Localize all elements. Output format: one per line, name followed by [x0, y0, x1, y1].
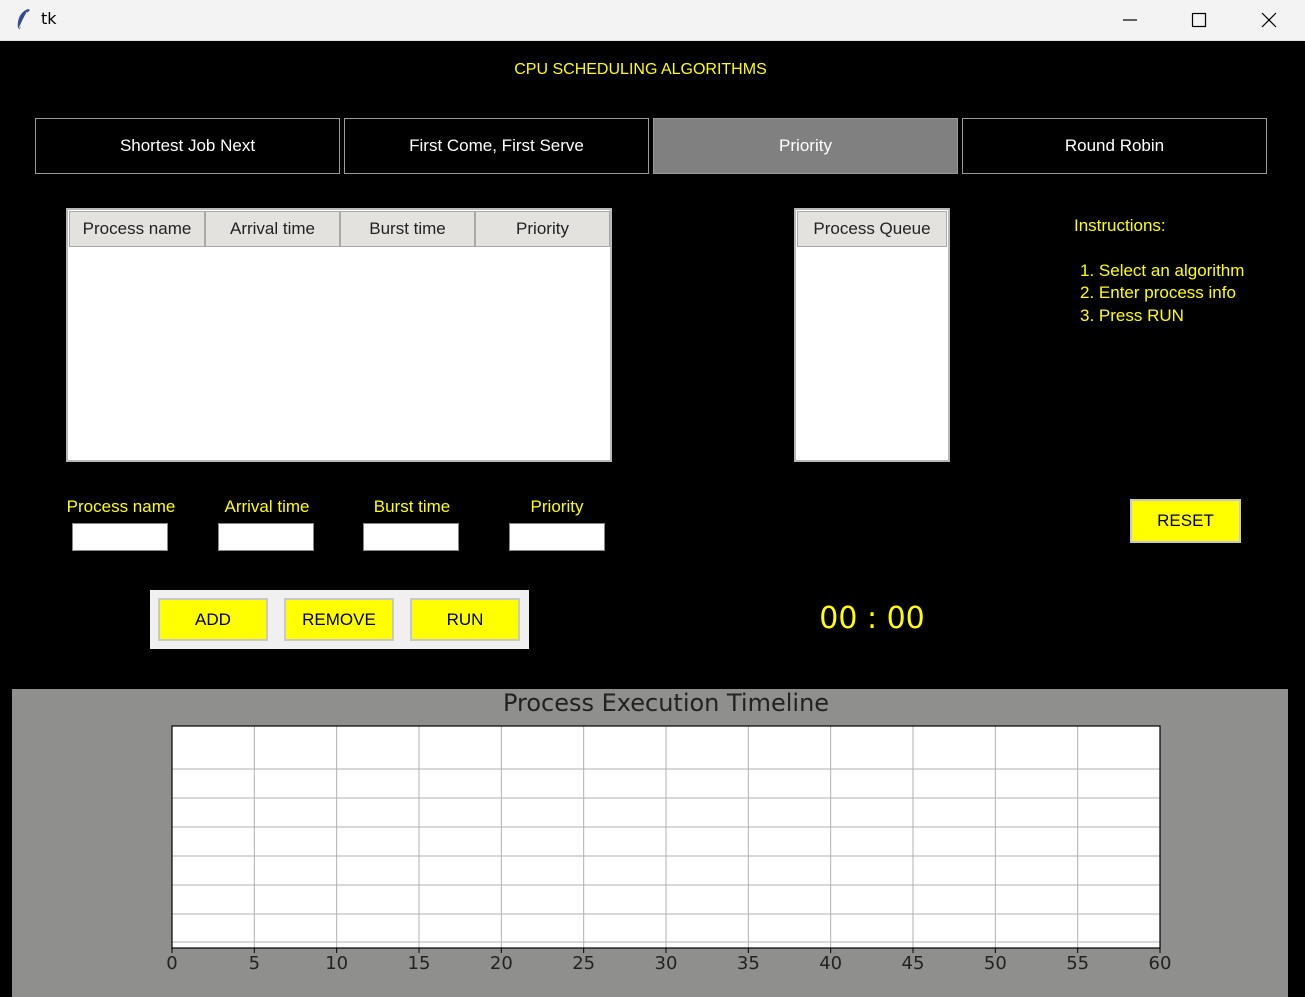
x-tick-label: 0	[166, 953, 177, 974]
x-tick-label: 45	[902, 953, 925, 974]
priority-input[interactable]	[509, 523, 605, 551]
instruction-step: 2. Enter process info	[1080, 283, 1236, 302]
feather-icon	[17, 9, 30, 29]
instruction-step: 1. Select an algorithm	[1080, 260, 1245, 280]
arrival-time-label: Arrival time	[224, 497, 310, 516]
reset-button[interactable]: RESET	[1130, 499, 1241, 543]
app-heading: CPU SCHEDULING ALGORITHMS	[514, 61, 767, 78]
window-titlebar: tk	[0, 0, 1305, 41]
instructions-title: Instructions:	[1074, 216, 1166, 235]
remove-button[interactable]: REMOVE	[284, 598, 394, 641]
app-root: CPU SCHEDULING ALGORITHMS Shortest Job N…	[0, 41, 1305, 997]
close-icon	[1261, 12, 1277, 28]
column-header-burst-time[interactable]: Burst time	[340, 211, 475, 247]
column-header-process-name[interactable]: Process name	[69, 211, 205, 247]
x-tick-label: 10	[325, 953, 348, 974]
tab-shortest-job-next[interactable]: Shortest Job Next	[35, 118, 340, 174]
minimize-icon	[1123, 19, 1137, 21]
close-button[interactable]	[1246, 0, 1292, 40]
priority-label: Priority	[530, 497, 584, 516]
process-queue-table[interactable]: Process Queue	[794, 208, 950, 462]
x-tick-label: 20	[490, 953, 513, 974]
x-tick-label: 60	[1149, 953, 1172, 974]
timeline-chart: 0 5 10 15 20 25 30 35 40 45 50 55 60	[166, 725, 1172, 974]
add-button[interactable]: ADD	[158, 598, 268, 641]
run-button[interactable]: RUN	[410, 598, 520, 641]
window-title: tk	[41, 9, 57, 28]
x-tick-label: 5	[249, 953, 260, 974]
x-tick-label: 40	[819, 953, 842, 974]
x-tick-label: 50	[984, 953, 1007, 974]
tab-first-come-first-serve[interactable]: First Come, First Serve	[344, 118, 649, 174]
process-name-input[interactable]	[72, 523, 168, 551]
process-table[interactable]: Process name Arrival time Burst time Pri…	[66, 208, 612, 462]
tab-priority[interactable]: Priority	[653, 118, 958, 174]
column-header-process-queue[interactable]: Process Queue	[797, 211, 947, 247]
instructions: Instructions: 1. Select an algorithm 2. …	[1074, 215, 1244, 327]
tab-round-robin[interactable]: Round Robin	[962, 118, 1267, 174]
timeline-chart-panel: Process Execution Timeline 0 5 10 15 20 25 30 3…	[12, 689, 1288, 997]
process-name-label: Process name	[66, 497, 176, 516]
x-tick-label: 30	[655, 953, 678, 974]
column-header-arrival-time[interactable]: Arrival time	[205, 211, 340, 247]
maximize-button[interactable]	[1176, 0, 1222, 40]
burst-time-label: Burst time	[373, 497, 451, 516]
timer-display: 00 : 00	[819, 601, 925, 636]
burst-time-input[interactable]	[363, 523, 459, 551]
x-tick-label: 55	[1066, 953, 1089, 974]
column-header-priority[interactable]: Priority	[475, 211, 610, 247]
maximize-icon	[1191, 12, 1207, 28]
x-tick-label: 15	[408, 953, 431, 974]
x-tick-label: 35	[737, 953, 760, 974]
x-tick-label: 25	[572, 953, 595, 974]
instruction-step: 3. Press RUN	[1080, 305, 1184, 325]
minimize-button[interactable]	[1107, 0, 1153, 40]
arrival-time-input[interactable]	[218, 523, 314, 551]
